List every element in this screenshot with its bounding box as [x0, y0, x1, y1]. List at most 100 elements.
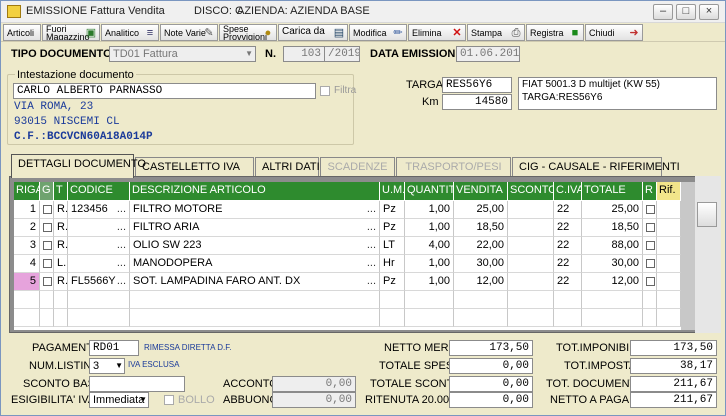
cell-riga[interactable]: 4: [14, 255, 40, 273]
cell-tipo[interactable]: R.: [54, 273, 68, 291]
col-header-quantita[interactable]: QUANTITA': [405, 182, 454, 200]
side-button[interactable]: [697, 202, 717, 227]
cell-totale[interactable]: [582, 309, 643, 327]
table-row[interactable]: 1 R. 123456... FILTRO MOTORE... Pz 1,00 25,00 2…: [14, 201, 702, 219]
cell-um[interactable]: LT: [380, 237, 405, 255]
cell-quantita[interactable]: 1,00: [405, 255, 454, 273]
targa-field[interactable]: RES56Y6: [442, 77, 512, 93]
cell-totale[interactable]: 25,00: [582, 201, 643, 219]
tab-altri-dati[interactable]: ALTRI DATI: [255, 157, 320, 177]
cell-quantita[interactable]: 1,00: [405, 273, 454, 291]
col-header-descrizione[interactable]: DESCRIZIONE ARTICOLO: [130, 182, 380, 200]
cell-tipo[interactable]: [54, 291, 68, 309]
tab-trasporto-pesi[interactable]: TRASPORTO/PESI: [396, 157, 511, 177]
analitico-button[interactable]: Analitico ≡: [101, 24, 159, 41]
cell-civa[interactable]: 22: [554, 255, 582, 273]
tab-castelletto-iva[interactable]: CASTELLETTO IVA: [135, 157, 254, 177]
cell-sconto[interactable]: [508, 237, 554, 255]
cell-codice[interactable]: ...: [68, 219, 130, 237]
cell-tipo[interactable]: R.: [54, 201, 68, 219]
checkbox-icon[interactable]: [43, 277, 52, 286]
cell-quantita[interactable]: [405, 309, 454, 327]
cell-r-checkbox[interactable]: [643, 309, 657, 327]
close-window-button[interactable]: ×: [699, 4, 719, 20]
listino-select[interactable]: 3 ▼: [89, 358, 125, 374]
cell-civa[interactable]: 22: [554, 219, 582, 237]
abbuono-field[interactable]: 0,00: [272, 392, 356, 408]
acconto-field[interactable]: 0,00: [272, 376, 356, 392]
cell-descrizione[interactable]: FILTRO MOTORE...: [130, 201, 380, 219]
cell-civa[interactable]: [554, 291, 582, 309]
cell-quantita[interactable]: 1,00: [405, 201, 454, 219]
table-row[interactable]: 4 L.... MANODOPERA... Hr 1,00 30,00 22 30,00: [14, 255, 702, 273]
table-row[interactable]: 5 R. FL5566Y... SOT. LAMPADINA FARO ANT. DX…: [14, 273, 702, 291]
checkbox-icon[interactable]: [646, 259, 655, 268]
fuori-magazzino-button[interactable]: Fuori Magazzino ▣: [42, 24, 100, 41]
cell-totale[interactable]: 18,50: [582, 219, 643, 237]
cell-g-checkbox[interactable]: [40, 219, 54, 237]
cell-um[interactable]: Pz: [380, 219, 405, 237]
cell-riga[interactable]: [14, 291, 40, 309]
cliente-field[interactable]: CARLO ALBERTO PARNASSO: [13, 83, 316, 99]
checkbox-icon[interactable]: [646, 223, 655, 232]
lookup-ellipsis-icon[interactable]: ...: [367, 219, 376, 236]
cell-g-checkbox[interactable]: [40, 201, 54, 219]
table-row[interactable]: 3 R.... OLIO SW 223... LT 4,00 22,00 22 88,00: [14, 237, 702, 255]
cell-quantita[interactable]: [405, 291, 454, 309]
table-row[interactable]: [14, 309, 702, 327]
cell-g-checkbox[interactable]: [40, 309, 54, 327]
cell-totale[interactable]: 30,00: [582, 255, 643, 273]
cell-vendita[interactable]: 18,50: [454, 219, 508, 237]
cell-quantita[interactable]: 4,00: [405, 237, 454, 255]
cell-vendita[interactable]: 12,00: [454, 273, 508, 291]
cell-r-checkbox[interactable]: [643, 201, 657, 219]
km-field[interactable]: 14580: [442, 94, 512, 110]
col-header-totale[interactable]: TOTALE: [582, 182, 643, 200]
checkbox-icon[interactable]: [646, 277, 655, 286]
cell-um[interactable]: [380, 309, 405, 327]
cell-r-checkbox[interactable]: [643, 291, 657, 309]
cell-r-checkbox[interactable]: [643, 255, 657, 273]
lookup-ellipsis-icon[interactable]: ...: [117, 255, 126, 272]
cell-civa[interactable]: 22: [554, 237, 582, 255]
cell-r-checkbox[interactable]: [643, 219, 657, 237]
cell-vendita[interactable]: 25,00: [454, 201, 508, 219]
lookup-ellipsis-icon[interactable]: ...: [367, 201, 376, 218]
chiudi-button[interactable]: Chiudi ➜: [585, 24, 643, 41]
pagamento-field[interactable]: RD01: [89, 340, 139, 356]
cell-totale[interactable]: 88,00: [582, 237, 643, 255]
cell-descrizione[interactable]: OLIO SW 223...: [130, 237, 380, 255]
cell-r-checkbox[interactable]: [643, 273, 657, 291]
col-header-riga[interactable]: RIGA: [14, 182, 40, 200]
sconto-base-field[interactable]: [89, 376, 185, 392]
col-header-g[interactable]: G: [40, 182, 54, 200]
cell-riga[interactable]: 2: [14, 219, 40, 237]
col-header-r[interactable]: R: [643, 182, 657, 200]
cell-vendita[interactable]: 22,00: [454, 237, 508, 255]
cell-um[interactable]: Pz: [380, 201, 405, 219]
modifica-button[interactable]: Modifica ✏: [349, 24, 407, 41]
cell-rif[interactable]: [657, 219, 681, 237]
cell-g-checkbox[interactable]: [40, 255, 54, 273]
cell-codice[interactable]: FL5566Y...: [68, 273, 130, 291]
cell-um[interactable]: [380, 291, 405, 309]
cell-rif[interactable]: [657, 201, 681, 219]
lookup-ellipsis-icon[interactable]: ...: [367, 255, 376, 272]
col-header-sconto[interactable]: SCONTO: [508, 182, 554, 200]
minimize-button[interactable]: –: [653, 4, 673, 20]
data-emissione-field[interactable]: 01.06.2019: [456, 46, 520, 62]
elimina-button[interactable]: Elimina ✕: [408, 24, 466, 41]
cell-quantita[interactable]: 1,00: [405, 219, 454, 237]
cell-rif[interactable]: [657, 255, 681, 273]
bollo-checkbox[interactable]: [164, 395, 174, 405]
cell-civa[interactable]: 22: [554, 273, 582, 291]
note-varie-button[interactable]: Note Varie ✎: [160, 24, 218, 41]
checkbox-icon[interactable]: [43, 223, 52, 232]
cell-um[interactable]: Hr: [380, 255, 405, 273]
lookup-ellipsis-icon[interactable]: ...: [367, 237, 376, 254]
cell-riga[interactable]: 1: [14, 201, 40, 219]
cell-vendita[interactable]: 30,00: [454, 255, 508, 273]
articoli-button[interactable]: Articoli: [3, 24, 41, 41]
cell-sconto[interactable]: [508, 291, 554, 309]
cell-rif[interactable]: [657, 273, 681, 291]
